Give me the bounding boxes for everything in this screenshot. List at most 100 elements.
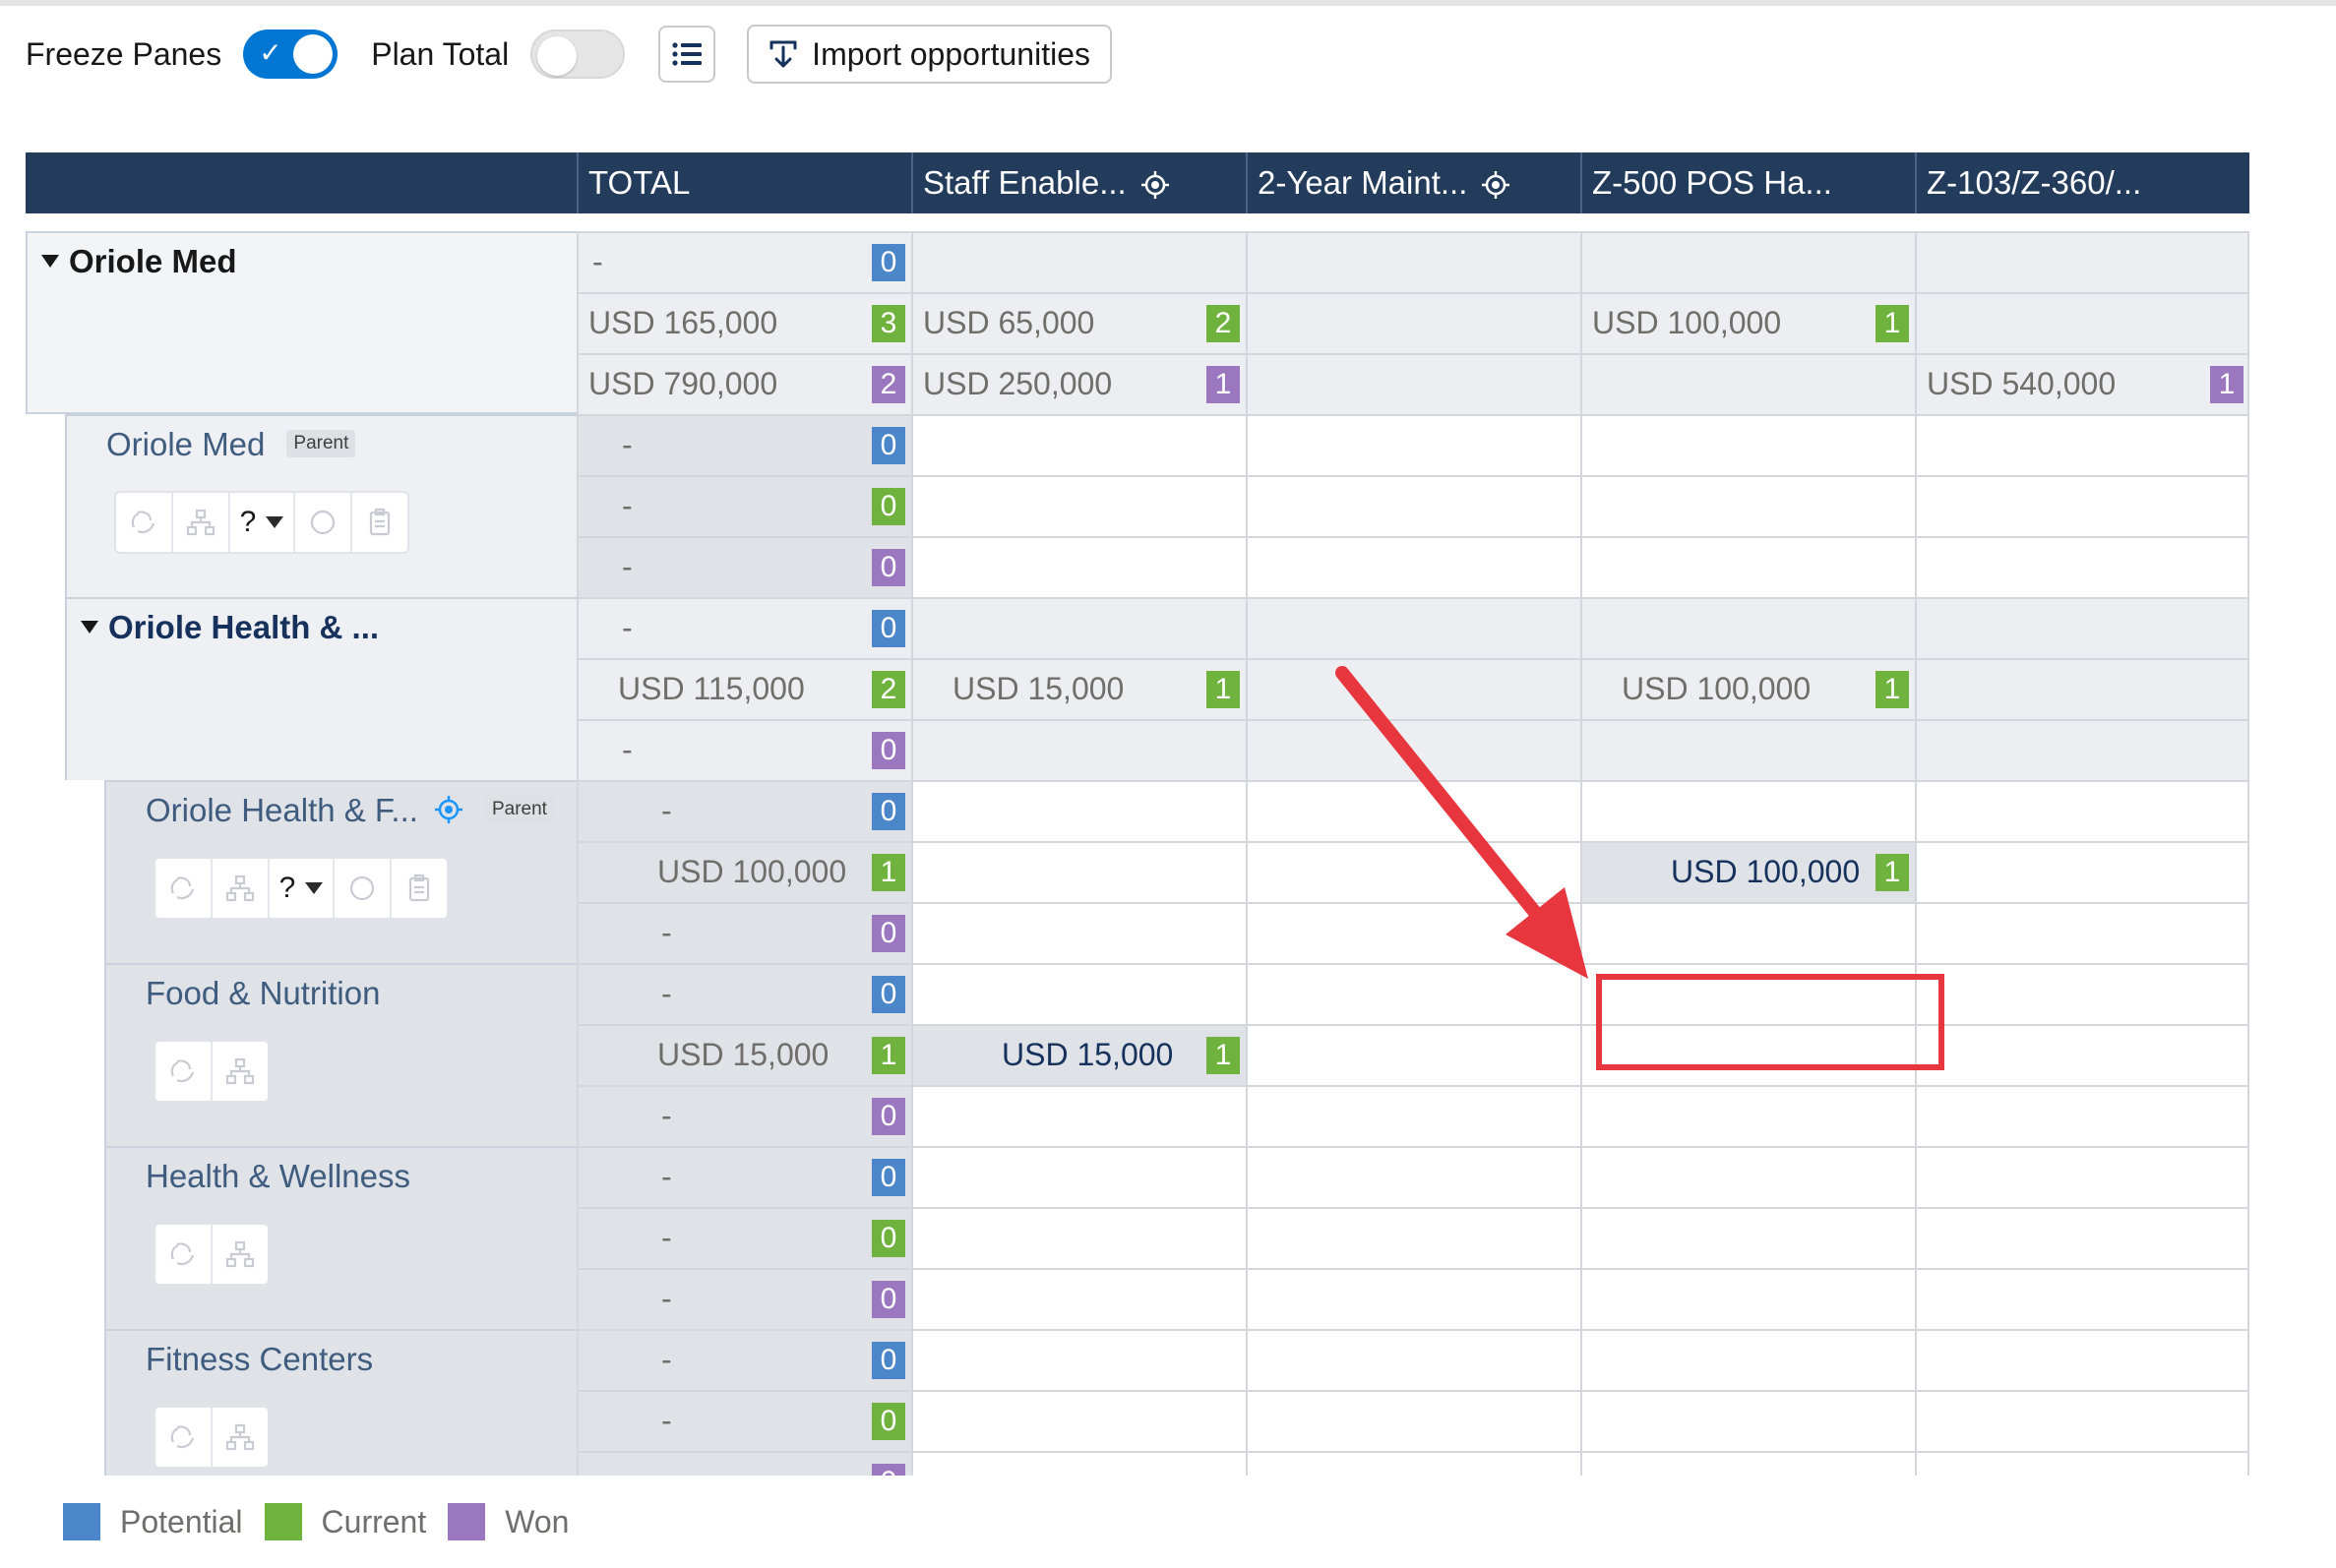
count-badge-won[interactable]: 2 [872,366,905,403]
opportunity-cell[interactable] [911,1451,1246,1476]
opportunity-cell[interactable] [911,780,1246,841]
count-badge-cur[interactable]: 0 [872,488,905,525]
hierarchy-icon[interactable] [213,1408,268,1467]
total-cell[interactable]: -0 [577,1146,911,1207]
opportunity-cell[interactable] [1915,1329,2249,1390]
total-cell[interactable]: -0 [577,414,911,475]
header-staff-enable[interactable]: Staff Enable... [911,152,1246,213]
count-badge-cur[interactable]: 3 [872,305,905,342]
account-name[interactable]: Fitness Centers [146,1341,373,1378]
opportunity-cell[interactable]: USD 250,000 1 [911,353,1246,414]
target-icon[interactable] [1140,170,1170,200]
total-cell[interactable]: -0 [577,597,911,658]
opportunity-cell[interactable] [1580,719,1915,780]
opportunity-cell[interactable] [1246,1024,1580,1085]
collapse-caret-icon[interactable] [81,620,98,633]
relationship-icon[interactable] [155,859,213,918]
opportunity-cell[interactable] [911,841,1246,902]
opportunity-cell[interactable] [1246,475,1580,536]
account-name[interactable]: Health & Wellness [146,1158,410,1195]
relationship-icon[interactable] [155,1408,213,1467]
opportunity-cell[interactable] [1915,597,2249,658]
opportunity-cell[interactable] [911,536,1246,597]
import-opportunities-button[interactable]: Import opportunities [747,25,1112,84]
count-badge-cur[interactable]: 2 [1206,305,1240,342]
opportunity-cell[interactable] [1580,414,1915,475]
opportunity-cell[interactable] [911,1390,1246,1451]
count-badge-won[interactable]: 1 [1206,366,1240,403]
total-cell[interactable]: -0 [577,963,911,1024]
opportunity-cell[interactable] [1915,1268,2249,1329]
count-badge-pot[interactable]: 0 [872,244,905,281]
total-cell[interactable]: 0 [577,1451,911,1476]
opportunity-cell[interactable] [1246,292,1580,353]
count-badge-pot[interactable]: 0 [872,793,905,830]
total-cell[interactable]: USD 115,000 2 [577,658,911,719]
list-view-button[interactable] [658,26,716,83]
count-badge-won[interactable]: 1 [2210,366,2244,403]
opportunity-cell[interactable] [1246,353,1580,414]
header-total[interactable]: TOTAL [577,152,911,213]
target-icon[interactable] [434,795,463,824]
total-cell[interactable]: -0 [577,902,911,963]
account-name[interactable]: Food & Nutrition [146,975,380,1012]
opportunity-cell[interactable] [1915,231,2249,292]
total-cell[interactable]: -0 [577,1329,911,1390]
count-badge-cur[interactable]: 1 [872,854,905,891]
opportunity-cell[interactable] [1246,1085,1580,1146]
opportunity-cell[interactable] [1915,780,2249,841]
opportunity-cell[interactable] [911,231,1246,292]
freeze-panes-toggle[interactable]: ✓ [243,30,338,79]
account-name[interactable]: Oriole Health & F... Parent [146,792,554,829]
opportunity-cell[interactable] [1580,1085,1915,1146]
opportunity-cell[interactable] [1246,536,1580,597]
clipboard-icon[interactable] [352,493,407,552]
opportunity-cell[interactable] [1580,1268,1915,1329]
opportunity-cell[interactable]: USD 540,000 1 [1915,353,2249,414]
count-badge-won[interactable]: 0 [872,1464,905,1476]
count-badge-won[interactable]: 0 [872,1098,905,1135]
opportunity-cell[interactable] [1246,1146,1580,1207]
opportunity-cell[interactable] [1915,536,2249,597]
count-badge-pot[interactable]: 0 [872,427,905,464]
opportunity-cell[interactable] [1915,902,2249,963]
count-badge-pot[interactable]: 0 [872,976,905,1013]
opportunity-cell[interactable] [911,597,1246,658]
opportunity-cell[interactable] [1580,536,1915,597]
count-badge-won[interactable]: 0 [872,549,905,586]
opportunity-cell[interactable] [1580,1390,1915,1451]
count-badge-cur[interactable]: 1 [1875,305,1909,342]
count-badge-pot[interactable]: 0 [872,1342,905,1379]
opportunity-cell[interactable]: USD 100,000 1 [1580,658,1915,719]
relationship-icon[interactable] [116,493,173,552]
opportunity-cell[interactable] [911,414,1246,475]
opportunity-cell[interactable]: USD 100,000 1 [1580,841,1915,902]
opportunity-cell[interactable] [911,963,1246,1024]
opportunity-cell[interactable] [1915,1146,2249,1207]
total-cell[interactable]: -0 [577,536,911,597]
total-cell[interactable]: -0 [577,475,911,536]
circle-icon[interactable] [295,493,352,552]
opportunity-cell[interactable] [911,1146,1246,1207]
count-badge-cur[interactable]: 1 [1875,854,1909,891]
count-badge-won[interactable]: 0 [872,732,905,769]
total-cell[interactable]: -0 [577,719,911,780]
opportunity-cell[interactable] [1915,1085,2249,1146]
count-badge-cur[interactable]: 0 [872,1403,905,1440]
total-cell[interactable]: -0 [577,1390,911,1451]
total-cell[interactable]: -0 [577,780,911,841]
opportunity-cell[interactable]: USD 15,000 1 [911,658,1246,719]
header-z500-pos[interactable]: Z-500 POS Ha... [1580,152,1915,213]
target-icon[interactable] [1481,170,1510,200]
header-z103-z360[interactable]: Z-103/Z-360/... [1915,152,2249,213]
opportunity-cell[interactable] [911,475,1246,536]
opportunity-cell[interactable] [1580,902,1915,963]
total-cell[interactable]: -0 [577,1207,911,1268]
total-cell[interactable]: -0 [577,1268,911,1329]
count-badge-won[interactable]: 0 [872,1281,905,1318]
count-badge-cur[interactable]: 1 [1875,671,1909,708]
opportunity-cell[interactable]: USD 15,000 1 [911,1024,1246,1085]
hierarchy-icon[interactable] [213,1042,268,1101]
count-badge-won[interactable]: 0 [872,915,905,952]
opportunity-cell[interactable] [1915,963,2249,1024]
